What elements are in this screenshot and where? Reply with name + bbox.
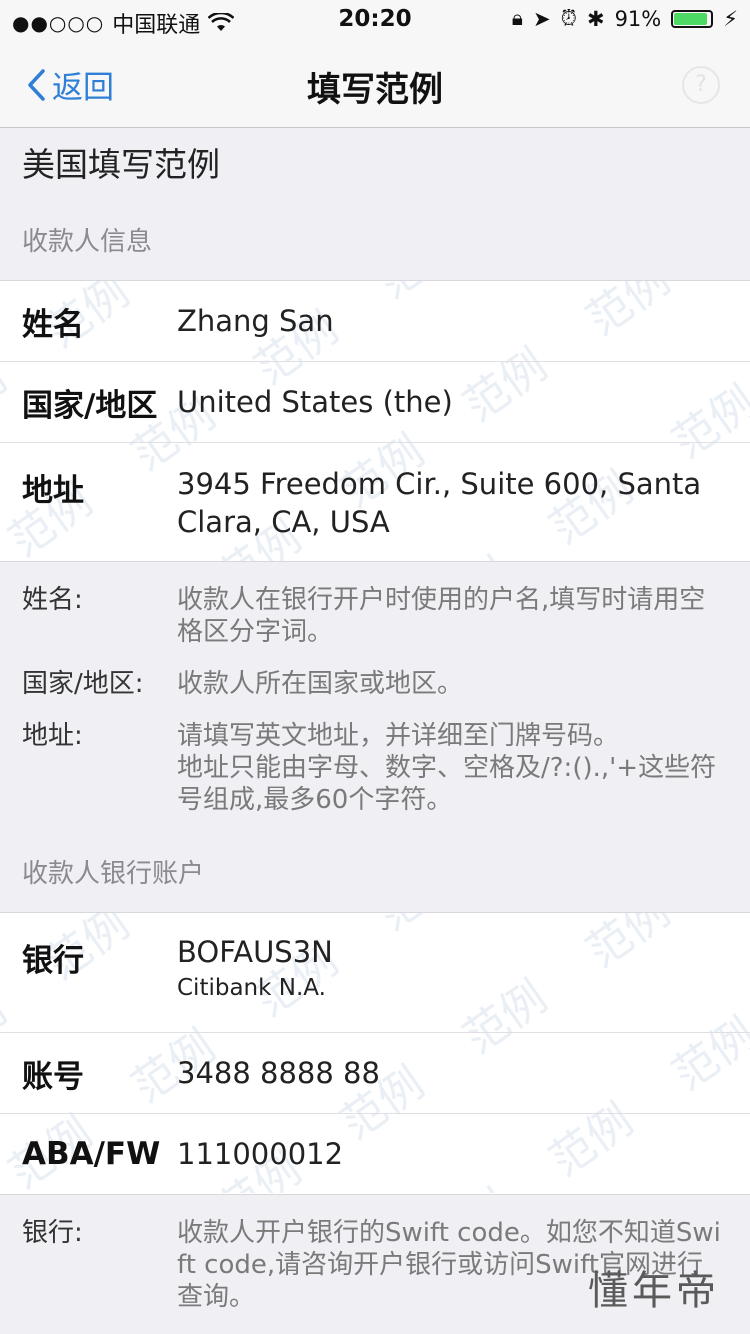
note-country: 国家/地区: 收款人所在国家或地区。	[22, 668, 728, 700]
help-icon[interactable]: ?	[682, 66, 720, 104]
orientation-lock-icon: 🔒︎	[511, 6, 523, 30]
navigation-bar: 返回 填写范例 ?	[0, 40, 750, 128]
payee-section-header: 收款人信息	[22, 227, 153, 257]
account-label: 账号	[22, 1058, 84, 1095]
payee-row-address: 地址 3945 Freedom Cir., Suite 600, Santa C…	[0, 443, 750, 561]
note-address-text: 请填写英文地址，并详细至门牌号码。 地址只能由字母、数字、空格及/?:().,'…	[177, 720, 728, 816]
brand-watermark: 懂年帝	[588, 1268, 720, 1314]
bank-row-aba: ABA/FW 111000012	[0, 1114, 750, 1194]
status-right: 🔒︎ ➤ ⏰︎ ✱ 91% ⚡︎	[512, 6, 738, 31]
status-bar: ●●○○○ 中国联通 20:20 🔒︎ ➤ ⏰︎ ✱ 91% ⚡︎	[0, 0, 750, 40]
note-name: 姓名: 收款人在银行开户时使用的户名,填写时请用空格区分字词。	[22, 584, 728, 648]
content: 美国填写范例 收款人信息 范例 姓名 Zhang San 国家/地区 Unite…	[0, 128, 750, 1333]
note-address-line1: 请填写英文地址，并详细至门牌号码。	[177, 721, 620, 751]
address-label: 地址	[22, 473, 84, 509]
note-name-text: 收款人在银行开户时使用的户名,填写时请用空格区分字词。	[177, 585, 706, 647]
payee-row-name: 姓名 Zhang San	[0, 281, 750, 362]
bank-value: BOFAUS3N Citibank N.A.	[177, 935, 728, 1032]
battery-icon	[671, 9, 714, 28]
note-address-label: 地址:	[22, 721, 83, 751]
note-bank-label: 银行:	[22, 1218, 83, 1248]
bank-name: Citibank N.A.	[177, 975, 326, 1001]
bank-section-header: 收款人银行账户	[22, 859, 205, 889]
account-value: 3488 8888 88	[177, 1056, 380, 1090]
page-title: 填写范例	[307, 70, 443, 110]
bank-row-account: 账号 3488 8888 88	[0, 1033, 750, 1114]
charging-bolt-icon: ⚡︎	[723, 6, 738, 31]
alarm-icon: ⏰︎	[560, 6, 577, 30]
address-value: 3945 Freedom Cir., Suite 600, Santa Clar…	[177, 467, 702, 539]
note-name-label: 姓名:	[22, 585, 83, 615]
note-address: 地址: 请填写英文地址，并详细至门牌号码。 地址只能由字母、数字、空格及/?:(…	[22, 720, 728, 816]
note-address-line2: 地址只能由字母、数字、空格及/?:().,'+这些符号组成,最多60个字符。	[177, 753, 717, 815]
payee-card: 范例 姓名 Zhang San 国家/地区 United States (the…	[0, 280, 750, 562]
note-country-label: 国家/地区:	[22, 669, 144, 699]
location-arrow-icon: ➤	[532, 6, 551, 31]
name-label: 姓名	[22, 306, 84, 343]
bank-label: 银行	[22, 943, 84, 979]
bluetooth-icon: ✱	[586, 6, 605, 31]
bank-row-bank: 银行 BOFAUS3N Citibank N.A.	[0, 913, 750, 1033]
aba-value: 111000012	[177, 1137, 344, 1171]
battery-percent: 91%	[614, 6, 662, 31]
swift-code: BOFAUS3N	[177, 935, 333, 969]
aba-label: ABA/FW	[22, 1136, 161, 1172]
page-heading: 美国填写范例	[22, 145, 220, 184]
note-country-text: 收款人所在国家或地区。	[177, 669, 464, 699]
country-value: United States (the)	[177, 385, 453, 419]
name-value: Zhang San	[177, 304, 334, 338]
payee-notes: 姓名: 收款人在银行开户时使用的户名,填写时请用空格区分字词。 国家/地区: 收…	[0, 562, 750, 816]
country-label: 国家/地区	[22, 387, 158, 424]
payee-row-country: 国家/地区 United States (the)	[0, 362, 750, 443]
bank-card: 银行 BOFAUS3N Citibank N.A. 账号 3488 8888 8…	[0, 912, 750, 1195]
